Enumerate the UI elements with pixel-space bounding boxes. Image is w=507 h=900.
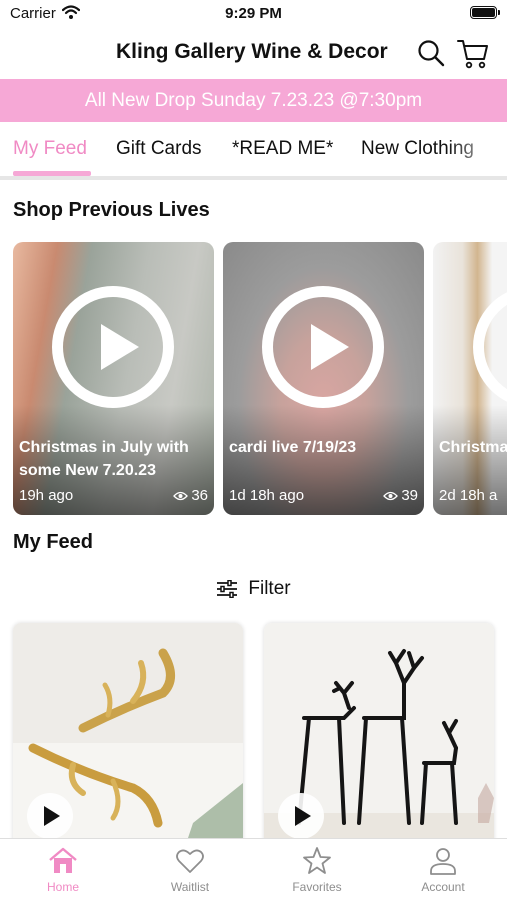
live-views: 36 <box>173 487 208 504</box>
feed-heading: My Feed <box>13 531 94 553</box>
nav-waitlist[interactable]: Waitlist <box>140 845 240 899</box>
nav-waitlist-label: Waitlist <box>170 880 210 894</box>
tab-gift-cards[interactable]: Gift Cards <box>116 138 202 160</box>
nav-home[interactable]: Home <box>13 845 113 899</box>
sliders-icon <box>217 580 238 598</box>
banner-text: All New Drop Sunday 7.23.23 @7:30pm <box>84 89 423 111</box>
live-card[interactable]: Christmas in July with some New 7.20.23 … <box>13 242 214 515</box>
header: Kling Gallery Wine & Decor <box>0 28 507 78</box>
search-icon[interactable] <box>416 38 446 68</box>
live-views: 39 <box>383 487 418 504</box>
active-tab-indicator <box>13 171 91 176</box>
live-card[interactable]: cardi live 7/19/23 1d 18h ago 39 <box>223 242 424 515</box>
play-icon[interactable] <box>278 793 324 839</box>
bottom-nav: Home Waitlist Favorites Account <box>0 838 507 900</box>
view-count: 39 <box>401 487 418 504</box>
nav-home-label: Home <box>46 880 79 894</box>
play-icon[interactable] <box>262 286 384 408</box>
live-card[interactable]: Christmas in July! Orn 2d 18h a <box>433 242 507 515</box>
store-title: Kling Gallery Wine & Decor <box>116 40 388 63</box>
live-title: Christmas in July! Orn <box>439 439 507 456</box>
play-icon[interactable] <box>27 793 73 839</box>
status-bar: Carrier 9:29 PM <box>0 0 507 28</box>
cart-icon[interactable] <box>456 36 490 70</box>
announcement-banner[interactable]: All New Drop Sunday 7.23.23 @7:30pm <box>0 79 507 122</box>
star-icon <box>303 847 331 874</box>
view-count: 36 <box>191 487 208 504</box>
heart-icon <box>176 849 204 873</box>
feed-item[interactable] <box>264 623 494 853</box>
nav-account-label: Account <box>421 880 465 894</box>
live-age: 19h ago <box>19 487 74 504</box>
previous-lives-heading: Shop Previous Lives <box>13 199 210 221</box>
nav-favorites[interactable]: Favorites <box>267 845 367 899</box>
clock: 9:29 PM <box>225 5 282 22</box>
filter-button[interactable]: Filter <box>0 576 507 602</box>
filter-label: Filter <box>248 578 291 599</box>
live-age: 2d 18h a <box>439 487 498 504</box>
battery-icon <box>470 6 500 19</box>
play-icon[interactable] <box>52 286 174 408</box>
live-title: cardi live 7/19/23 <box>229 439 357 456</box>
category-tabs: My Feed Gift Cards *READ ME* New Clothin… <box>0 122 507 180</box>
nav-account[interactable]: Account <box>393 845 493 899</box>
live-age: 1d 18h ago <box>229 487 305 504</box>
person-icon <box>430 848 456 875</box>
tab-read-me[interactable]: *READ ME* <box>232 138 333 160</box>
eye-icon <box>383 491 399 500</box>
nav-favorites-label: Favorites <box>292 880 342 894</box>
live-title: Christmas in July with some New 7.20.23 <box>19 439 189 479</box>
tabs-fade <box>447 122 507 176</box>
tab-my-feed[interactable]: My Feed <box>13 138 87 160</box>
home-icon <box>49 847 77 873</box>
feed-item[interactable] <box>13 623 243 853</box>
eye-icon <box>173 491 189 500</box>
